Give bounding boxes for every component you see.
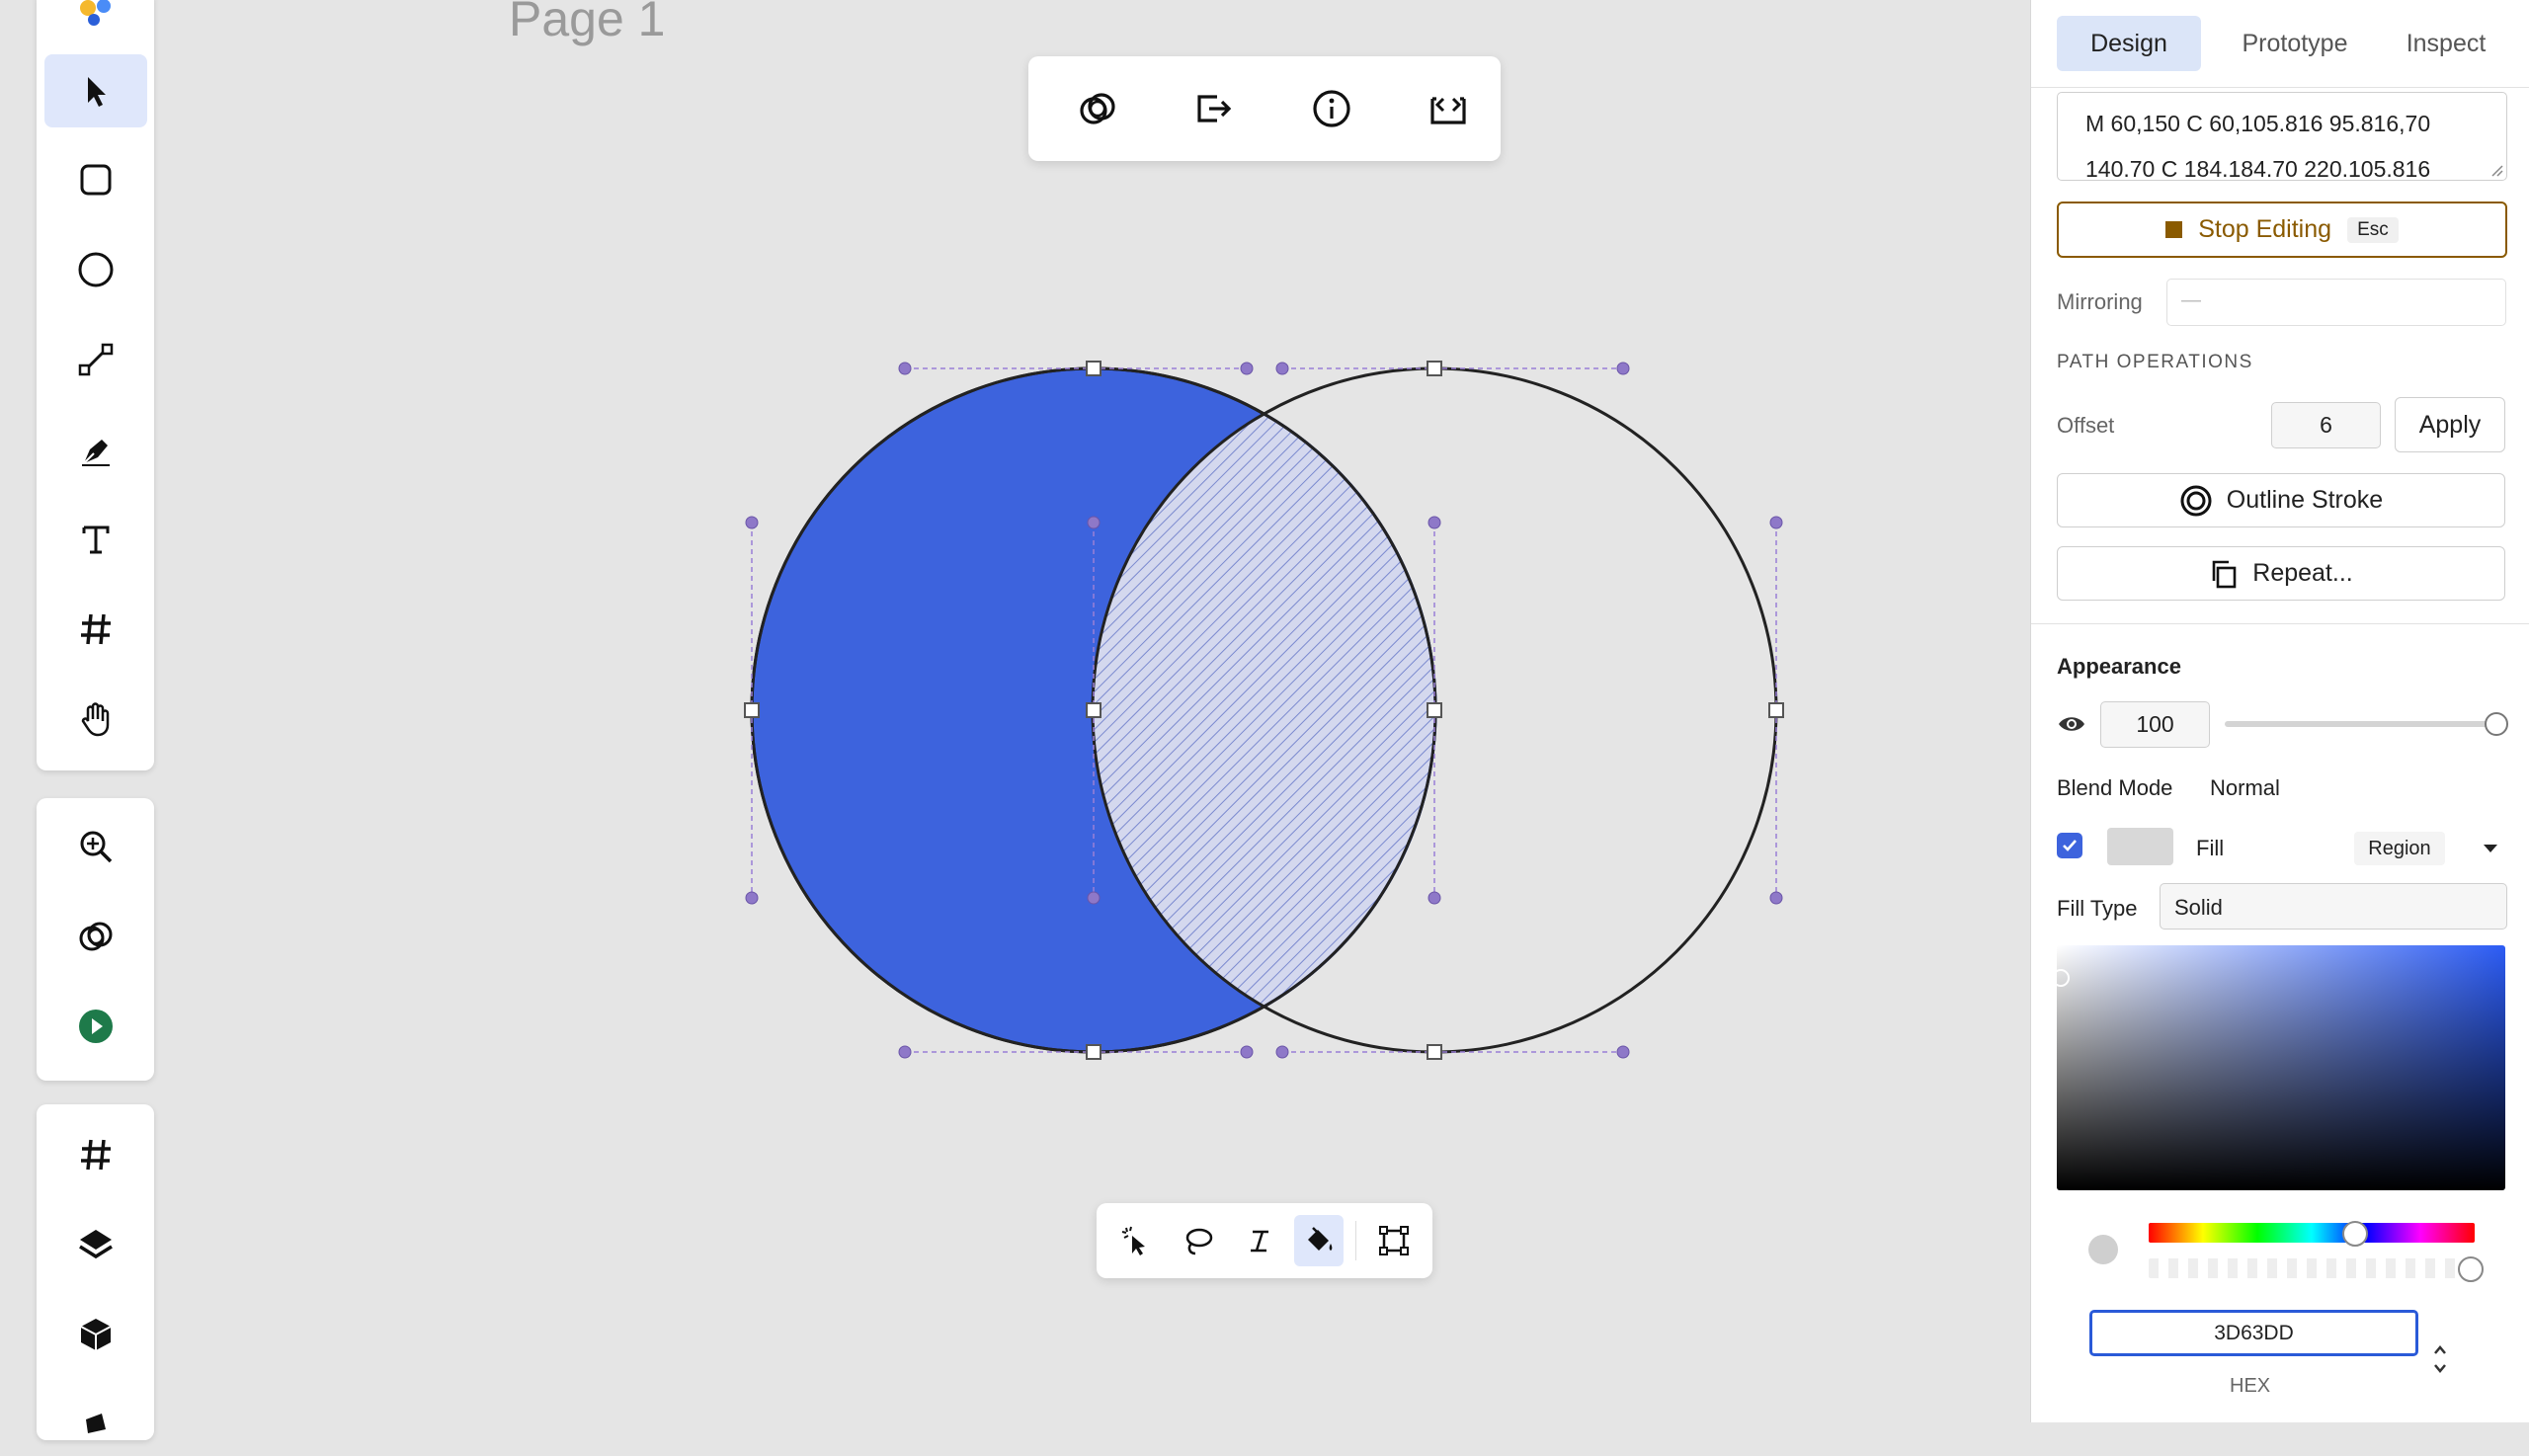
offset-label: Offset [2057,413,2115,438]
fill-color-swatch[interactable] [2107,828,2173,865]
outline-stroke-icon [2180,485,2212,516]
hex-value: 3D63DD [2214,1321,2294,1344]
checkmark-icon [2063,840,2077,851]
mirroring-value: — [2181,289,2201,311]
opacity-slider-thumb[interactable] [2485,712,2508,736]
opacity-input[interactable]: 100 [2100,701,2210,748]
fill-scope-select[interactable]: Region [2354,832,2445,865]
italic-path-icon [1251,1230,1268,1253]
mirroring-select[interactable]: — [2166,279,2506,326]
fill-type-select[interactable]: Solid [2160,883,2507,930]
repeat-button[interactable]: Repeat... [2057,546,2505,601]
properties-panel: Design Prototype Inspect M 60,150 C 60,1… [2030,0,2529,1422]
fill-checkbox[interactable] [2057,833,2082,858]
blend-mode-value[interactable]: Normal [2210,775,2280,801]
tab-inspect[interactable]: Inspect [2387,16,2505,71]
repeat-label: Repeat... [2252,559,2353,587]
transform-box-icon [1379,1226,1409,1255]
apply-button[interactable]: Apply [2395,397,2505,452]
shortcut-badge: Esc [2347,216,2399,243]
canvas-shapes[interactable] [0,0,2025,1422]
copy-icon [2212,560,2237,588]
stop-editing-button[interactable]: Stop Editing Esc [2057,202,2507,258]
fill-scope-value: Region [2368,837,2431,859]
magic-select-button[interactable] [1112,1215,1162,1266]
color-saturation-area[interactable] [2057,945,2505,1190]
stop-square-icon [2165,221,2183,238]
eyedropper-button[interactable] [2088,1235,2118,1264]
alpha-slider[interactable] [2149,1258,2475,1278]
magic-select-icon [1121,1226,1145,1255]
fill-label: Fill [2196,836,2225,860]
tab-prototype[interactable]: Prototype [2216,16,2374,71]
lasso-icon [1185,1228,1213,1255]
transform-button[interactable] [1369,1215,1419,1266]
toolbar-divider [1355,1221,1356,1260]
outline-stroke-label: Outline Stroke [2226,486,2384,514]
chevron-down-icon[interactable] [2481,842,2500,855]
paint-bucket-icon [1308,1227,1333,1251]
hue-slider[interactable] [2149,1223,2475,1243]
hue-slider-thumb[interactable] [2342,1221,2368,1247]
edit-mode-toolbar [1097,1203,1432,1278]
tabs-divider [2031,87,2529,88]
path-operations-heading: PATH OPERATIONS [2057,352,2253,372]
fill-type-label: Fill Type [2057,896,2138,921]
lasso-button[interactable] [1174,1215,1223,1266]
opacity-slider-track[interactable] [2225,721,2497,727]
resize-grip-icon [2491,165,2503,177]
blend-mode-label: Blend Mode [2057,775,2173,800]
appearance-heading: Appearance [2057,654,2181,679]
stop-editing-label: Stop Editing [2198,215,2332,243]
saturation-picker-handle[interactable] [2052,969,2070,987]
eye-icon[interactable] [2057,713,2086,735]
path-tool-button[interactable] [1235,1215,1284,1266]
path-data-textarea[interactable]: M 60,150 C 60,105.816 95.816,70 140.70 C… [2057,92,2507,181]
tab-design[interactable]: Design [2057,16,2201,71]
fill-type-value: Solid [2174,895,2223,920]
outline-stroke-button[interactable]: Outline Stroke [2057,473,2505,527]
alpha-slider-thumb[interactable] [2458,1256,2484,1282]
paint-bucket-button[interactable] [1294,1215,1344,1266]
path-data-line-2: 140.70 C 184.184.70 220.105.816 [2085,156,2431,181]
section-divider [2031,623,2529,624]
hex-input[interactable]: 3D63DD [2089,1310,2418,1356]
format-toggle-icon[interactable] [2430,1339,2450,1379]
hex-format-label: HEX [2230,1375,2271,1397]
offset-input[interactable]: 6 [2271,402,2381,448]
mirroring-label: Mirroring [2057,289,2143,314]
path-data-line-1: M 60,150 C 60,105.816 95.816,70 [2085,111,2431,136]
